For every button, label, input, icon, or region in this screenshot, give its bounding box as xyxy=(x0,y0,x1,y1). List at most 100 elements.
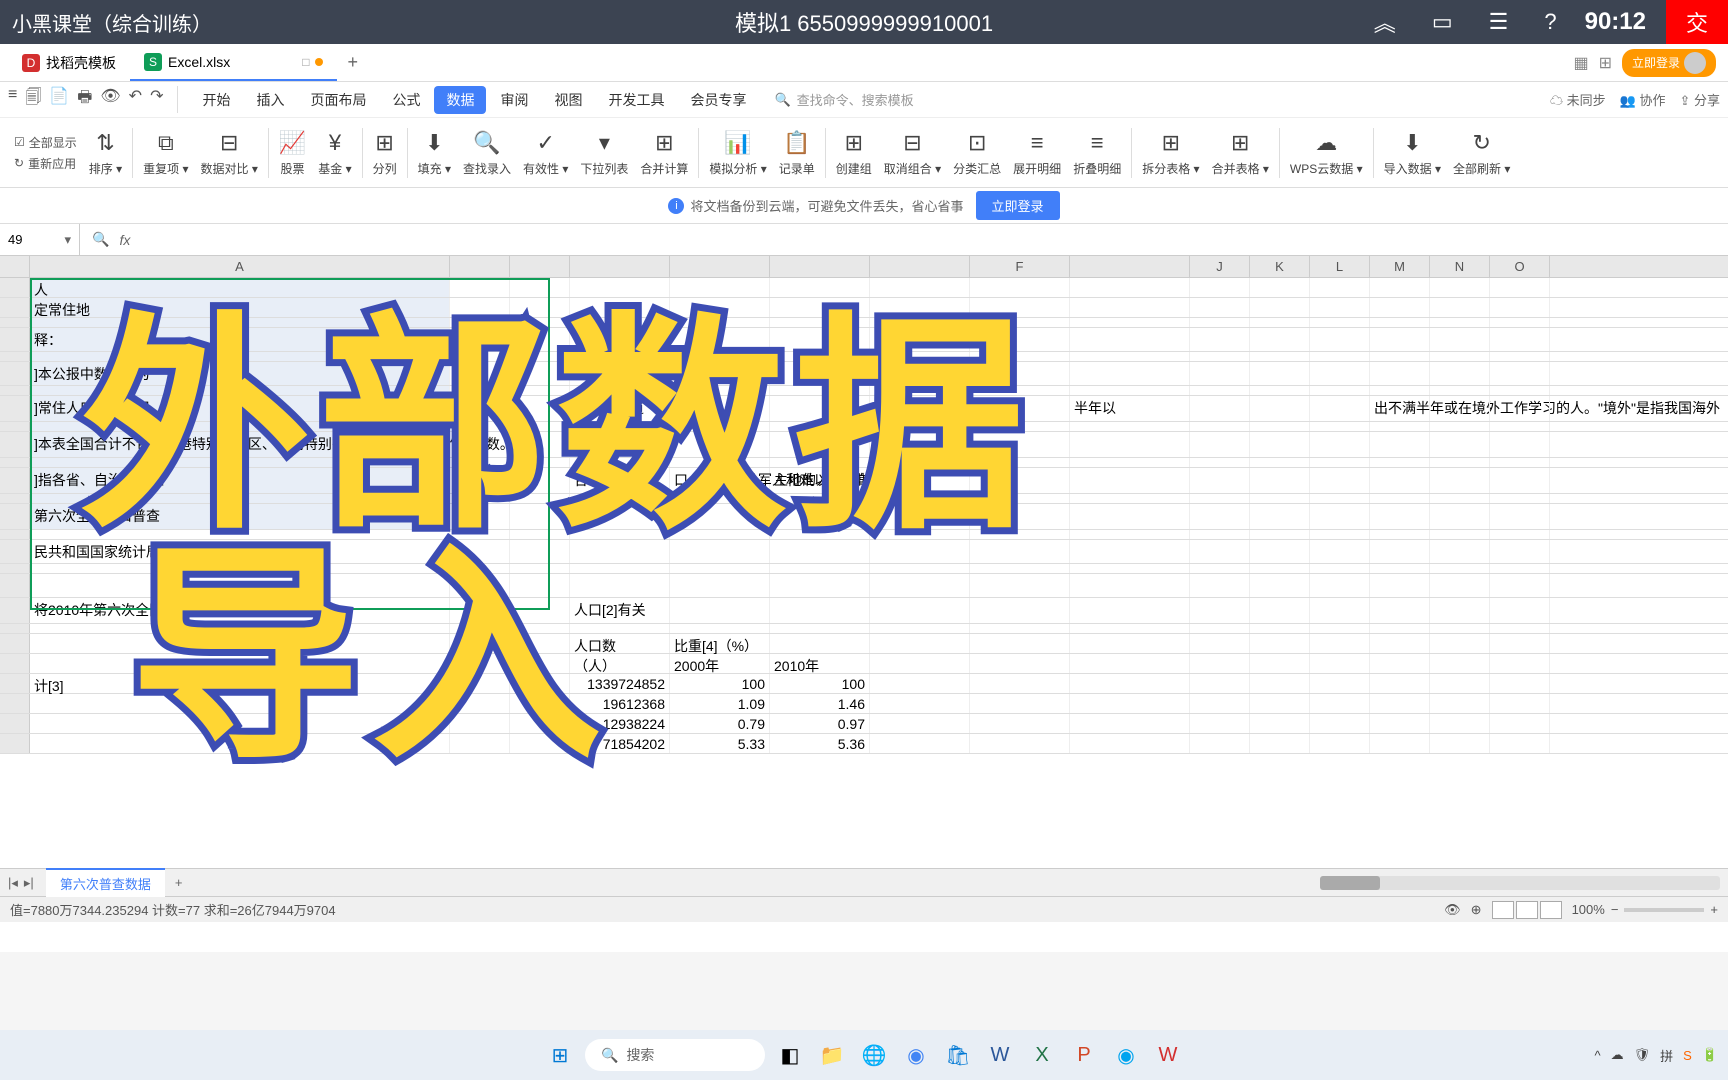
cell[interactable] xyxy=(1070,278,1190,297)
cell[interactable] xyxy=(670,564,770,573)
cell[interactable] xyxy=(510,298,570,317)
cell[interactable] xyxy=(570,458,670,467)
cell[interactable] xyxy=(1250,674,1310,693)
login-now-button[interactable]: 立即登录 xyxy=(976,191,1060,220)
cell[interactable] xyxy=(570,504,670,529)
start-button[interactable]: ⊞ xyxy=(543,1038,577,1072)
cell[interactable] xyxy=(450,694,510,713)
row-header[interactable] xyxy=(0,468,30,493)
cell[interactable] xyxy=(1430,318,1490,327)
cell[interactable] xyxy=(1430,458,1490,467)
menu-item[interactable]: 审阅 xyxy=(488,86,540,114)
column-header[interactable]: A xyxy=(30,256,450,277)
cell[interactable] xyxy=(970,674,1070,693)
cell[interactable] xyxy=(1310,624,1370,633)
column-header[interactable]: L xyxy=(1310,256,1370,277)
cell[interactable] xyxy=(570,352,670,361)
cell[interactable] xyxy=(770,278,870,297)
cell[interactable] xyxy=(450,362,510,385)
cell[interactable]: 定常住地 xyxy=(30,298,450,317)
cell[interactable] xyxy=(1070,564,1190,573)
cell[interactable] xyxy=(1430,574,1490,597)
cell[interactable] xyxy=(510,318,570,327)
ribbon-button[interactable]: ⧉重复项 ▾ xyxy=(137,128,194,177)
cell[interactable] xyxy=(970,458,1070,467)
grid-icon[interactable]: ▦ xyxy=(1573,53,1588,73)
row-header[interactable] xyxy=(0,540,30,563)
cell[interactable] xyxy=(450,598,510,623)
cell[interactable] xyxy=(970,328,1070,351)
cell[interactable] xyxy=(770,298,870,317)
fx-label[interactable]: fx xyxy=(119,232,130,248)
cell[interactable] xyxy=(1310,468,1370,493)
cell[interactable] xyxy=(770,362,870,385)
cell[interactable]: 100 xyxy=(770,674,870,693)
cell[interactable] xyxy=(1250,504,1310,529)
cell[interactable] xyxy=(770,634,870,653)
cell[interactable] xyxy=(1190,396,1250,421)
cell[interactable] xyxy=(870,634,970,653)
tab-docer[interactable]: D 找稻壳模板 xyxy=(8,44,130,81)
edge-icon[interactable]: 🌐 xyxy=(857,1038,891,1072)
chevron-down-icon[interactable]: ▾ xyxy=(64,232,71,248)
cell[interactable] xyxy=(1370,714,1430,733)
cell[interactable] xyxy=(670,362,770,385)
cell[interactable] xyxy=(1370,422,1430,431)
cell[interactable] xyxy=(770,530,870,539)
cell[interactable] xyxy=(770,494,870,503)
cell[interactable] xyxy=(1190,278,1250,297)
cell[interactable] xyxy=(1250,624,1310,633)
cell[interactable] xyxy=(30,422,450,431)
cell[interactable] xyxy=(870,540,970,563)
reapply-button[interactable]: ↻ 重新应用 xyxy=(14,155,77,172)
zoom-level[interactable]: 100% xyxy=(1572,902,1605,917)
cell[interactable] xyxy=(970,634,1070,653)
cell[interactable] xyxy=(1490,694,1550,713)
cell[interactable] xyxy=(1250,386,1310,395)
undo-icon[interactable]: ↶ xyxy=(129,86,142,113)
eye-icon[interactable]: 👁 xyxy=(1444,902,1461,918)
cell[interactable] xyxy=(1310,674,1370,693)
cell[interactable] xyxy=(1190,386,1250,395)
cell[interactable] xyxy=(510,396,570,421)
cell[interactable] xyxy=(1190,422,1250,431)
cell[interactable] xyxy=(1250,278,1310,297)
cell[interactable] xyxy=(510,564,570,573)
input-icon[interactable]: S xyxy=(1683,1048,1692,1063)
row-header[interactable] xyxy=(0,654,30,673)
cell[interactable] xyxy=(30,458,450,467)
print-icon[interactable]: 🖶 xyxy=(77,86,92,113)
ribbon-button[interactable]: ↻全部刷新 ▾ xyxy=(1447,128,1516,177)
cell[interactable] xyxy=(770,328,870,351)
cell[interactable] xyxy=(870,674,970,693)
cell[interactable] xyxy=(1370,298,1430,317)
zoom-icon[interactable]: 🔍 xyxy=(92,231,109,248)
cell[interactable] xyxy=(1070,432,1190,457)
cell[interactable] xyxy=(670,386,770,395)
cell[interactable] xyxy=(970,540,1070,563)
collab-button[interactable]: 👥 协作 xyxy=(1620,90,1666,109)
cell[interactable]: ]本表全国合计不包括香港特别行政区、澳门特别行政区和台湾地区的人口数。 xyxy=(30,432,450,457)
cell[interactable] xyxy=(970,362,1070,385)
menu-item[interactable]: 开始 xyxy=(190,86,242,114)
tray-chevron-icon[interactable]: ^ xyxy=(1595,1048,1601,1063)
scrollbar-thumb[interactable] xyxy=(1320,876,1380,890)
ribbon-button[interactable]: ✓有效性 ▾ xyxy=(517,128,574,177)
cell[interactable] xyxy=(1430,432,1490,457)
cell[interactable] xyxy=(450,674,510,693)
cell[interactable] xyxy=(30,318,450,327)
window-icon[interactable]: ▭ xyxy=(1424,9,1461,35)
cell[interactable] xyxy=(1310,654,1370,673)
column-header[interactable]: K xyxy=(1250,256,1310,277)
cell[interactable] xyxy=(510,530,570,539)
row-header[interactable] xyxy=(0,694,30,713)
cell[interactable] xyxy=(450,318,510,327)
cell[interactable] xyxy=(970,654,1070,673)
cell[interactable]: 出不满半年或在境外工作学习的人。"境外"是指我国海外 xyxy=(1370,396,1430,421)
cell[interactable] xyxy=(870,422,970,431)
cell[interactable]: 71854202 xyxy=(570,734,670,753)
cell[interactable] xyxy=(1430,530,1490,539)
cell[interactable] xyxy=(670,298,770,317)
cell[interactable] xyxy=(450,458,510,467)
cell[interactable] xyxy=(1070,386,1190,395)
